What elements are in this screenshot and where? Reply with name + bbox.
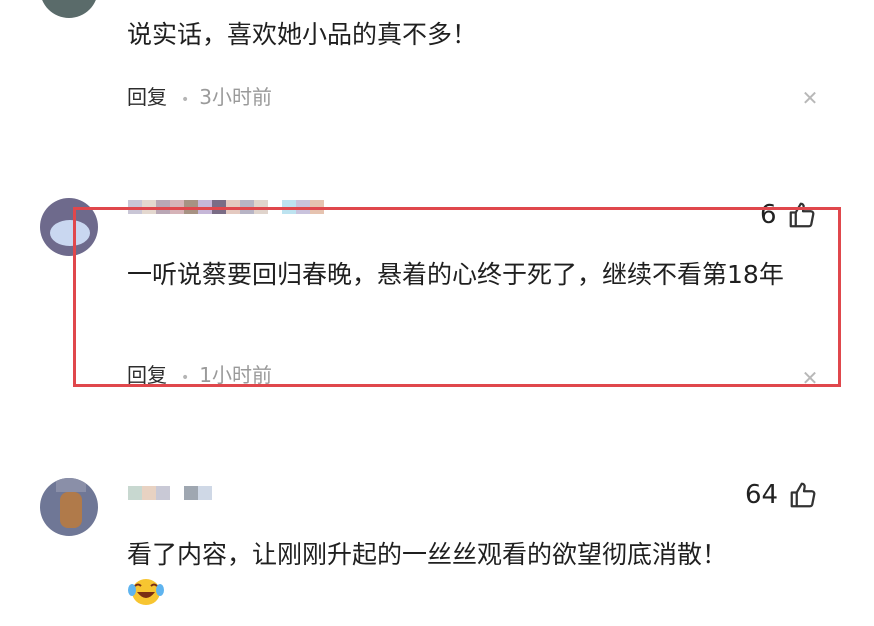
highlight-box xyxy=(73,207,841,387)
username-blurred[interactable] xyxy=(128,486,212,500)
reply-button[interactable]: 回复 xyxy=(127,85,167,109)
like-count: 64 xyxy=(745,480,779,510)
comment-time: 3小时前 xyxy=(199,85,272,109)
avatar[interactable] xyxy=(40,0,98,18)
comment-meta: 回复 • 3小时前 xyxy=(127,82,272,112)
laughing-crying-emoji xyxy=(128,579,164,605)
comment-text: 看了内容，让刚刚升起的一丝丝观看的欲望彻底消散！ xyxy=(127,540,728,569)
comment-text: 说实话，喜欢她小品的真不多！ xyxy=(127,20,478,49)
close-icon[interactable]: ✕ xyxy=(800,88,820,108)
like-control[interactable]: 64 xyxy=(745,480,818,510)
avatar[interactable] xyxy=(40,478,98,536)
thumbs-up-icon[interactable] xyxy=(788,480,818,510)
separator-dot: • xyxy=(181,92,190,108)
